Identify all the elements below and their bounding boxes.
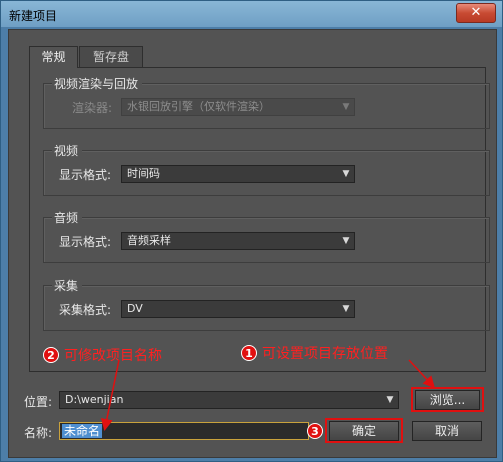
annotation-2-text: 可修改项目名称 (64, 348, 162, 364)
window-title: 新建项目 (9, 9, 58, 23)
tab-general[interactable]: 常规 (29, 46, 78, 68)
capture-format-label: 采集格式: (59, 303, 112, 317)
capture-legend: 采集 (52, 277, 83, 294)
video-display-format-select[interactable]: 时间码 ▼ (121, 165, 355, 183)
capture-format-select[interactable]: DV ▼ (121, 300, 355, 318)
new-project-dialog: 新建项目 ✕ 常规 暂存盘 视频渲染与回放 渲染器: 水银回放引擎（仅软件渲染）… (0, 0, 503, 462)
general-tab-panel: 视频渲染与回放 渲染器: 水银回放引擎（仅软件渲染） ▼ 视频 显示格式: 时间… (29, 67, 490, 372)
capture-format-value: DV (127, 302, 143, 315)
project-name-value: 未命名 (62, 424, 103, 438)
video-legend: 视频 (52, 142, 83, 159)
audio-group: 音频 显示格式: 音频采样 ▼ (43, 209, 490, 263)
chevron-down-icon: ▼ (342, 304, 350, 314)
video-display-format-value: 时间码 (127, 167, 160, 180)
audio-legend: 音频 (52, 209, 83, 226)
video-render-group: 视频渲染与回放 渲染器: 水银回放引擎（仅软件渲染） ▼ (43, 75, 490, 129)
chevron-down-icon: ▼ (342, 236, 350, 246)
chevron-down-icon: ▼ (342, 102, 350, 112)
capture-group: 采集 采集格式: DV ▼ (43, 277, 490, 331)
annotation-1-badge: 1 (241, 345, 257, 361)
chevron-down-icon: ▼ (342, 169, 350, 179)
audio-display-format-select[interactable]: 音频采样 ▼ (121, 232, 355, 250)
dialog-body: 常规 暂存盘 视频渲染与回放 渲染器: 水银回放引擎（仅软件渲染） ▼ 视频 显… (8, 29, 497, 458)
tab-scratch-disks[interactable]: 暂存盘 (79, 46, 143, 67)
annotation-1-text: 可设置项目存放位置 (262, 346, 388, 362)
video-render-legend: 视频渲染与回放 (52, 75, 143, 92)
title-bar[interactable]: 新建项目 ✕ (1, 1, 502, 27)
annotation-2-badge: 2 (43, 347, 59, 363)
location-select[interactable]: D:\wenjian ▼ (59, 391, 399, 409)
chevron-down-icon: ▼ (386, 395, 394, 405)
cancel-button[interactable]: 取消 (412, 421, 482, 441)
location-label: 位置: (24, 395, 53, 409)
renderer-label: 渲染器: (72, 101, 113, 115)
renderer-select: 水银回放引擎（仅软件渲染） ▼ (121, 98, 355, 116)
audio-display-format-label: 显示格式: (59, 235, 112, 249)
video-group: 视频 显示格式: 时间码 ▼ (43, 142, 490, 196)
name-label: 名称: (24, 426, 53, 440)
ok-button[interactable]: 确定 (329, 421, 399, 441)
browse-button[interactable]: 浏览... (415, 390, 480, 410)
audio-display-format-value: 音频采样 (127, 234, 171, 247)
project-name-input[interactable]: 未命名 (59, 422, 309, 440)
location-value: D:\wenjian (65, 393, 124, 406)
video-display-format-label: 显示格式: (59, 168, 112, 182)
close-button[interactable]: ✕ (456, 3, 496, 23)
renderer-value: 水银回放引擎（仅软件渲染） (127, 100, 270, 113)
annotation-3-badge: 3 (307, 423, 323, 439)
